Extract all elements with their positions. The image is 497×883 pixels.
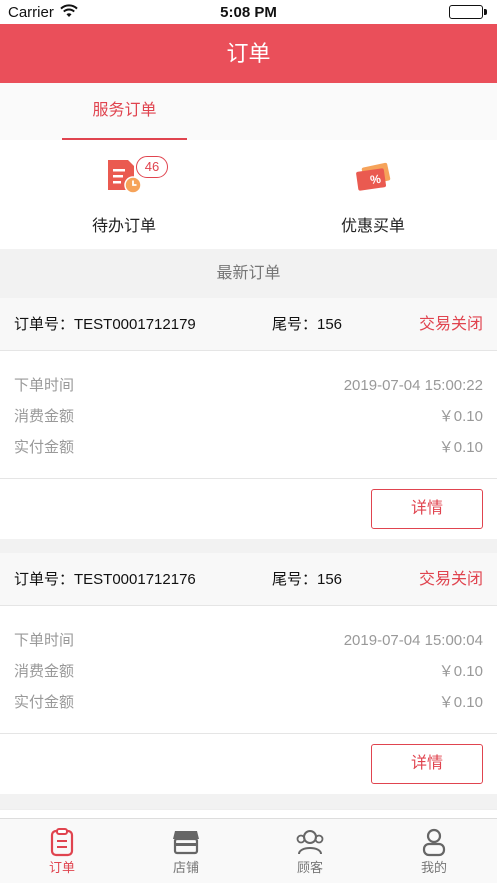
paid-amount-value: ￥0.10 (438, 439, 483, 456)
tab-profile[interactable]: 我的 (372, 819, 496, 883)
clipboard-icon (47, 827, 77, 857)
order-type-tabs: 服务订单 (0, 83, 497, 140)
order-tail-number: 尾号：156 (272, 571, 343, 588)
store-icon (171, 827, 201, 857)
profile-icon (419, 827, 449, 857)
order-card: 订单号：TEST0001712179 尾号：156 交易关闭 下单时间 2019… (0, 298, 497, 539)
tab-customers-label: 顾客 (296, 860, 323, 875)
order-details: 下单时间 2019-07-04 15:00:04 消费金额 ￥0.10 实付金额… (0, 606, 497, 734)
page-title: 订单 (226, 41, 271, 66)
customers-icon (295, 827, 325, 857)
bottom-tab-bar: 订单 店铺 顾客 我的 (0, 818, 497, 883)
consume-amount-label: 消费金额 (14, 663, 75, 680)
order-card-header: 订单号：TEST0001712179 尾号：156 交易关闭 (0, 298, 497, 351)
discount-pay-label: 优惠买单 (340, 218, 405, 235)
order-card-header: 订单号：TEST0001712176 尾号：156 交易关闭 (0, 553, 497, 606)
next-order-card-edge (0, 809, 497, 818)
consume-amount-label: 消费金额 (14, 408, 75, 425)
navigation-bar: 订单 (0, 24, 497, 83)
order-number: 订单号：TEST0001712176 (14, 571, 196, 588)
order-card-footer: 详情 (0, 734, 497, 794)
order-time-row: 下单时间 2019-07-04 15:00:04 (0, 625, 497, 656)
tab-store[interactable]: 店铺 (124, 819, 248, 883)
order-time-row: 下单时间 2019-07-04 15:00:22 (0, 370, 497, 401)
order-time-label: 下单时间 (14, 632, 75, 649)
todo-orders-button[interactable]: 46 待办订单 (0, 140, 248, 249)
order-number: 订单号：TEST0001712179 (14, 316, 196, 333)
order-status: 交易关闭 (418, 316, 483, 333)
discount-coupon-icon: % (353, 156, 393, 196)
order-time-value: 2019-07-04 15:00:04 (343, 632, 483, 649)
tab-profile-label: 我的 (420, 860, 447, 875)
tab-service-orders[interactable]: 服务订单 (62, 83, 187, 140)
paid-amount-value: ￥0.10 (438, 694, 483, 711)
order-card-footer: 详情 (0, 479, 497, 539)
paid-amount-row: 实付金额 ￥0.10 (0, 432, 497, 463)
latest-orders-header: 最新订单 (0, 249, 497, 298)
tab-orders-label: 订单 (48, 860, 75, 875)
paid-amount-row: 实付金额 ￥0.10 (0, 687, 497, 718)
paid-amount-label: 实付金额 (14, 439, 75, 456)
order-details: 下单时间 2019-07-04 15:00:22 消费金额 ￥0.10 实付金额… (0, 351, 497, 479)
order-card: 订单号：TEST0001712176 尾号：156 交易关闭 下单时间 2019… (0, 553, 497, 794)
todo-orders-label: 待办订单 (91, 218, 156, 235)
todo-count-badge: 46 (136, 156, 168, 178)
quick-actions: 46 待办订单 % 优惠买单 (0, 140, 497, 249)
clock-time: 5:08 PM (220, 4, 277, 21)
tab-customers[interactable]: 顾客 (248, 819, 372, 883)
order-time-label: 下单时间 (14, 377, 75, 394)
tab-store-label: 店铺 (172, 860, 199, 875)
paid-amount-label: 实付金额 (14, 694, 75, 711)
detail-button[interactable]: 详情 (371, 744, 483, 784)
battery-icon (449, 4, 489, 20)
consume-amount-row: 消费金额 ￥0.10 (0, 656, 497, 687)
consume-amount-value: ￥0.10 (438, 663, 483, 680)
order-time-value: 2019-07-04 15:00:22 (343, 377, 483, 394)
order-tail-number: 尾号：156 (272, 316, 343, 333)
detail-button[interactable]: 详情 (371, 489, 483, 529)
discount-pay-button[interactable]: % 优惠买单 (249, 140, 497, 249)
status-bar: Carrier 5:08 PM (0, 0, 497, 24)
tab-orders[interactable]: 订单 (0, 819, 124, 883)
consume-amount-value: ￥0.10 (438, 408, 483, 425)
consume-amount-row: 消费金额 ￥0.10 (0, 401, 497, 432)
order-status: 交易关闭 (418, 571, 483, 588)
